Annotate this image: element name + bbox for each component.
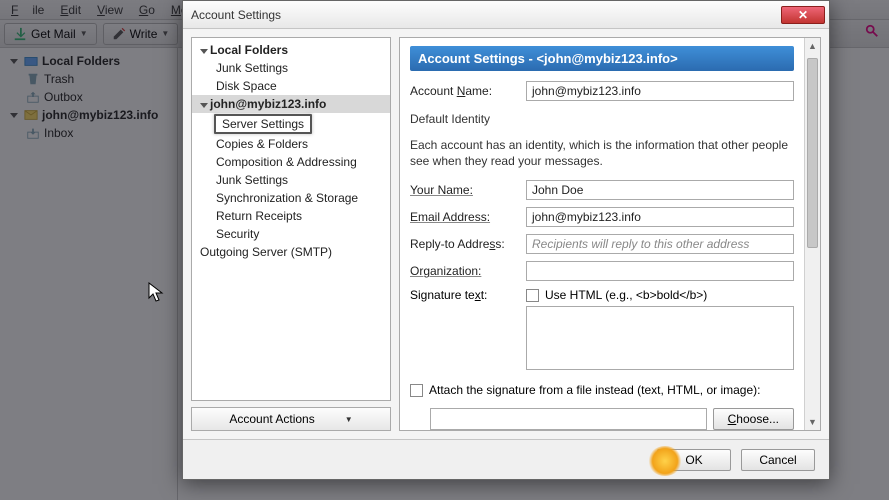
close-button[interactable]: ✕ bbox=[781, 6, 825, 24]
scroll-down-icon[interactable]: ▼ bbox=[805, 414, 820, 430]
identity-description: Each account has an identity, which is t… bbox=[410, 137, 794, 169]
scroll-thumb[interactable] bbox=[807, 58, 818, 248]
panel-banner: Account Settings - <john@mybiz123.info> bbox=[410, 46, 794, 71]
email-address-label: Email Address: bbox=[410, 210, 518, 224]
attach-signature-checkbox[interactable] bbox=[410, 384, 423, 397]
ok-button[interactable]: OK bbox=[657, 449, 731, 471]
tree-outgoing-smtp[interactable]: Outgoing Server (SMTP) bbox=[192, 243, 390, 261]
email-address-input[interactable]: john@mybiz123.info bbox=[526, 207, 794, 227]
organization-input[interactable] bbox=[526, 261, 794, 281]
account-tree[interactable]: Local Folders Junk Settings Disk Space j… bbox=[191, 37, 391, 401]
default-identity-heading: Default Identity bbox=[410, 112, 794, 126]
expand-icon bbox=[200, 103, 208, 108]
settings-panel: ▲ ▼ Account Settings - <john@mybiz123.in… bbox=[399, 37, 821, 431]
expand-icon bbox=[200, 49, 208, 54]
tree-junk-settings[interactable]: Junk Settings bbox=[192, 59, 390, 77]
reply-to-label: Reply-to Address: bbox=[410, 237, 518, 251]
dialog-footer: OK Cancel bbox=[183, 439, 829, 479]
signature-text-label: Signature text: bbox=[410, 288, 518, 370]
tree-return-receipts[interactable]: Return Receipts bbox=[192, 207, 390, 225]
tree-local-folders[interactable]: Local Folders bbox=[192, 41, 390, 59]
account-name-input[interactable]: john@mybiz123.info bbox=[526, 81, 794, 101]
reply-to-input[interactable]: Recipients will reply to this other addr… bbox=[526, 234, 794, 254]
use-html-label: Use HTML (e.g., <b>bold</b>) bbox=[545, 288, 707, 302]
close-icon: ✕ bbox=[798, 8, 808, 22]
account-actions-button[interactable]: Account Actions ▼ bbox=[191, 407, 391, 431]
attach-signature-label: Attach the signature from a file instead… bbox=[429, 383, 760, 397]
tree-sync-storage[interactable]: Synchronization & Storage bbox=[192, 189, 390, 207]
account-actions-label: Account Actions bbox=[229, 412, 314, 426]
scrollbar[interactable]: ▲ ▼ bbox=[804, 38, 820, 430]
cancel-button[interactable]: Cancel bbox=[741, 449, 815, 471]
dialog-title: Account Settings bbox=[191, 8, 281, 22]
highlight-glow-icon bbox=[648, 446, 682, 476]
tree-disk-space[interactable]: Disk Space bbox=[192, 77, 390, 95]
tree-security[interactable]: Security bbox=[192, 225, 390, 243]
your-name-label: Your Name: bbox=[410, 183, 518, 197]
organization-label: Organization: bbox=[410, 264, 518, 278]
account-name-label: Account Name: bbox=[410, 84, 518, 98]
your-name-input[interactable]: John Doe bbox=[526, 180, 794, 200]
account-tree-pane: Local Folders Junk Settings Disk Space j… bbox=[191, 37, 391, 431]
use-html-checkbox[interactable] bbox=[526, 289, 539, 302]
tree-account[interactable]: john@mybiz123.info bbox=[192, 95, 390, 113]
tree-copies-folders[interactable]: Copies & Folders bbox=[192, 135, 390, 153]
signature-file-input[interactable] bbox=[430, 408, 707, 430]
tree-junk-settings-2[interactable]: Junk Settings bbox=[192, 171, 390, 189]
dropdown-icon: ▼ bbox=[345, 415, 353, 424]
signature-textarea[interactable] bbox=[526, 306, 794, 370]
tree-server-settings[interactable]: Server Settings bbox=[214, 114, 312, 134]
dialog-titlebar: Account Settings ✕ bbox=[183, 1, 829, 29]
tree-composition-addressing[interactable]: Composition & Addressing bbox=[192, 153, 390, 171]
ok-label: OK bbox=[685, 453, 702, 467]
scroll-up-icon[interactable]: ▲ bbox=[805, 38, 820, 54]
choose-file-button[interactable]: Choose... bbox=[713, 408, 794, 430]
account-settings-dialog: Account Settings ✕ Local Folders Junk Se… bbox=[182, 0, 830, 480]
